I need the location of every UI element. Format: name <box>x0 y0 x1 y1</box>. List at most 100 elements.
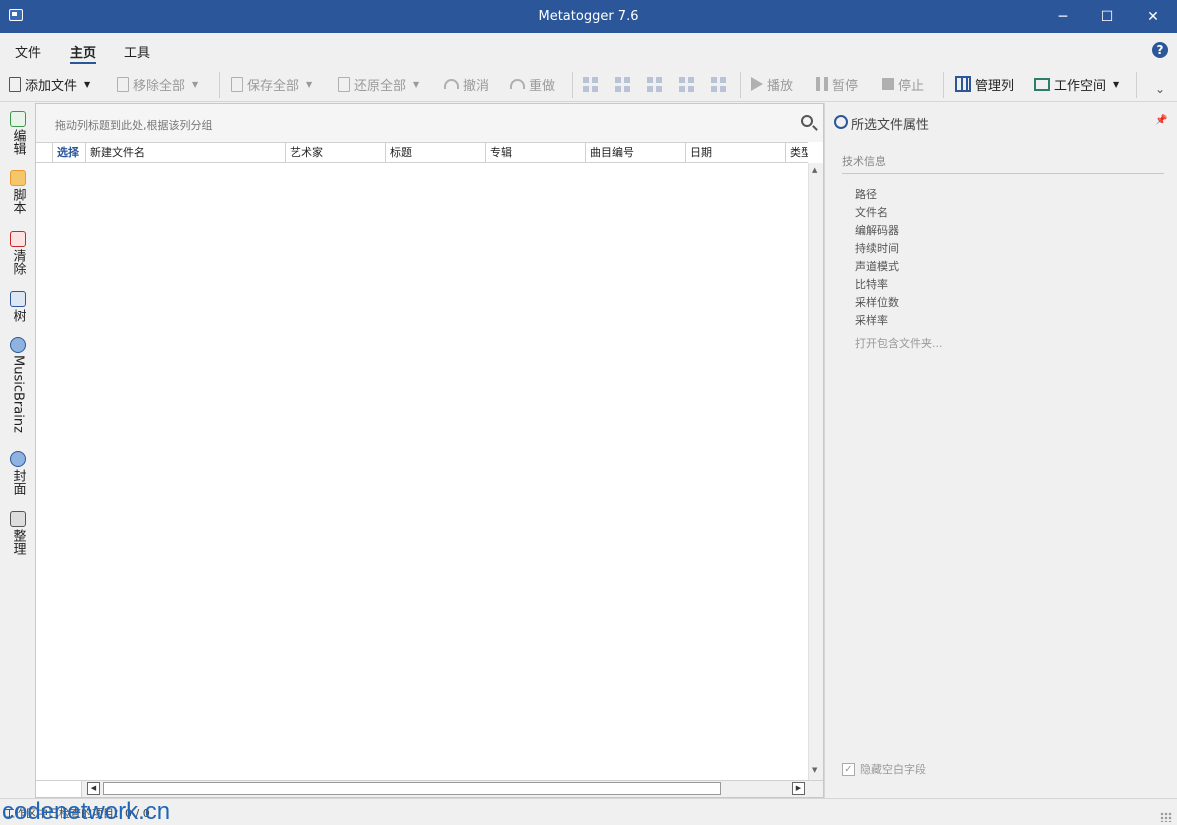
hide-empty-label: 隐藏空白字段 <box>860 763 926 776</box>
side-tab-label: 脚本 <box>10 188 26 214</box>
stop-label: 停止 <box>898 78 925 94</box>
pause-button[interactable]: 暂停 <box>816 75 859 94</box>
edit-tag-icon <box>10 111 26 127</box>
group-hint: 拖动列标题到此处,根据该列分组 <box>55 119 213 132</box>
grid-layout-icon <box>647 76 662 92</box>
add-file-icon <box>9 76 21 92</box>
dropdown-arrow-icon[interactable]: ▼ <box>84 80 90 89</box>
column-header-artist[interactable]: 艺术家 <box>285 143 385 162</box>
prop-channel-mode: 声道模式 <box>855 260 899 273</box>
column-header-genre[interactable]: 类型 <box>785 143 808 162</box>
column-header-date[interactable]: 日期 <box>685 143 785 162</box>
cover-icon <box>10 451 26 467</box>
side-tabs: 编辑 脚本 清除 树 MusicBrainz 封面 整理 <box>0 103 35 798</box>
layout-button-3[interactable] <box>647 75 662 93</box>
dropdown-arrow-icon[interactable]: ▼ <box>1113 80 1119 89</box>
side-tab-clean[interactable]: 清除 <box>8 231 28 275</box>
side-tab-label: 编辑 <box>10 129 26 155</box>
workspace-button[interactable]: 工作空间 ▼ <box>1034 75 1119 94</box>
layout-button-5[interactable] <box>711 75 726 93</box>
grid-layout-icon <box>583 76 598 92</box>
close-button[interactable]: ✕ <box>1130 0 1176 33</box>
side-tab-edit[interactable]: 编辑 <box>8 111 28 155</box>
horizontal-scroll-thumb[interactable] <box>103 782 721 795</box>
undo-label: 撤消 <box>463 78 490 94</box>
column-header-new-filename[interactable]: 新建文件名 <box>85 143 285 162</box>
column-header-row: 选择 新建文件名 艺术家 标题 专辑 曲目编号 日期 类型 <box>36 142 808 163</box>
clean-icon <box>10 231 26 247</box>
column-header-title[interactable]: 标题 <box>385 143 485 162</box>
tab-file[interactable]: 文件 <box>15 42 41 61</box>
layout-button-1[interactable] <box>583 75 598 93</box>
side-tab-label: 整理 <box>10 529 26 555</box>
prop-duration: 持续时间 <box>855 242 899 255</box>
checkbox-icon[interactable]: ✓ <box>842 762 855 776</box>
layout-button-4[interactable] <box>679 75 694 93</box>
properties-panel: 所选文件属性 📌 技术信息 路径 文件名 编解码器 持续时间 声道模式 比特率 … <box>824 103 1177 798</box>
restore-all-label: 还原全部 <box>354 78 407 94</box>
prop-bitrate: 比特率 <box>855 278 888 291</box>
minimize-button[interactable]: ─ <box>1040 0 1086 33</box>
play-button[interactable]: 播放 <box>751 75 793 94</box>
save-all-label: 保存全部 <box>247 78 300 94</box>
side-tab-tree[interactable]: 树 <box>8 291 28 322</box>
group-by-panel[interactable]: 拖动列标题到此处,根据该列分组 <box>36 104 823 142</box>
maximize-button[interactable]: ☐ <box>1084 0 1130 33</box>
grid-layout-icon <box>679 76 694 92</box>
prop-sample-rate: 采样率 <box>855 314 888 327</box>
restore-icon <box>338 76 350 92</box>
watermark-text: codenetwork.cn <box>2 798 171 825</box>
side-tab-label: 清除 <box>10 249 26 275</box>
side-tab-label: 树 <box>10 309 26 322</box>
play-icon <box>751 77 763 91</box>
script-icon <box>10 170 26 186</box>
tab-home[interactable]: 主页 <box>70 42 97 64</box>
layout-button-2[interactable] <box>615 75 630 93</box>
side-tab-script[interactable]: 脚本 <box>8 170 28 214</box>
hide-empty-fields-checkbox[interactable]: ✓ 隐藏空白字段 <box>842 761 926 777</box>
side-tab-label: 封面 <box>10 469 26 495</box>
stop-button[interactable]: 停止 <box>882 75 925 94</box>
column-header-album[interactable]: 专辑 <box>485 143 585 162</box>
redo-label: 重做 <box>529 78 556 94</box>
toolbar-separator <box>943 72 944 98</box>
scroll-up-icon[interactable]: ▲ <box>812 166 817 174</box>
tab-tools[interactable]: 工具 <box>124 42 150 61</box>
horizontal-scrollbar[interactable]: ◀ ▶ <box>36 780 823 797</box>
save-all-button[interactable]: 保存全部 ▼ <box>231 75 312 94</box>
ribbon-tabs: 文件 主页 工具 <box>0 33 1177 66</box>
add-files-button[interactable]: 添加文件 ▼ <box>9 75 90 94</box>
info-icon <box>834 115 848 129</box>
restore-all-button[interactable]: 还原全部 ▼ <box>338 75 419 94</box>
side-tab-organize[interactable]: 整理 <box>8 511 28 555</box>
stop-icon <box>882 78 894 90</box>
redo-button[interactable]: 重做 <box>510 75 556 94</box>
properties-title: 所选文件属性 <box>851 118 930 133</box>
column-header-track-number[interactable]: 曲目编号 <box>585 143 685 162</box>
manage-columns-button[interactable]: 管理列 <box>955 75 1014 94</box>
dropdown-arrow-icon[interactable]: ▼ <box>413 80 419 89</box>
pin-icon[interactable]: 📌 <box>1155 115 1167 126</box>
dropdown-arrow-icon[interactable]: ▼ <box>192 80 198 89</box>
scroll-down-icon[interactable]: ▼ <box>812 766 817 774</box>
undo-button[interactable]: 撤消 <box>444 75 490 94</box>
vertical-scrollbar[interactable]: ▲ ▼ <box>808 163 823 780</box>
toolbar: 添加文件 ▼ 移除全部 ▼ 保存全部 ▼ 还原全部 ▼ 撤消 重做 播放 暂停 <box>0 66 1177 102</box>
side-tab-musicbrainz[interactable]: MusicBrainz <box>8 337 28 433</box>
scroll-left-icon[interactable]: ◀ <box>87 782 100 795</box>
tree-icon <box>10 291 26 307</box>
side-tab-cover[interactable]: 封面 <box>8 451 28 495</box>
dropdown-arrow-icon[interactable]: ▼ <box>306 80 312 89</box>
pause-label: 暂停 <box>832 78 859 94</box>
columns-icon <box>955 76 971 92</box>
resize-grip-icon[interactable] <box>1160 812 1172 822</box>
help-icon[interactable]: ? <box>1152 42 1168 58</box>
toolbar-separator <box>219 72 220 98</box>
toolbar-overflow-icon[interactable]: ⌄ <box>1155 82 1165 96</box>
remove-all-button[interactable]: 移除全部 ▼ <box>117 75 198 94</box>
column-header-select[interactable]: 选择 <box>52 143 85 162</box>
open-folder-link[interactable]: 打开包含文件夹... <box>855 335 943 351</box>
scroll-right-icon[interactable]: ▶ <box>792 782 805 795</box>
search-icon[interactable] <box>801 115 813 127</box>
add-files-label: 添加文件 <box>25 78 78 94</box>
